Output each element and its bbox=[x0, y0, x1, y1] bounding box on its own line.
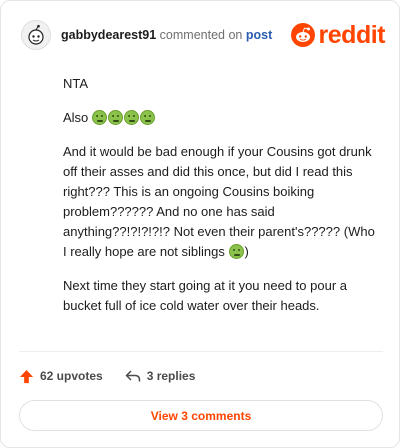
upvote-count[interactable]: 62 upvotes bbox=[19, 369, 103, 384]
comment-paragraph: And it would be bad enough if your Cousi… bbox=[63, 142, 381, 262]
comment-paragraph: Also bbox=[63, 108, 381, 128]
sick-face-emoji-icon bbox=[139, 110, 155, 125]
comment-card: gabbydearest91 commented on post reddit … bbox=[0, 0, 400, 448]
commented-on-label: commented on bbox=[159, 28, 243, 42]
comment-body: NTA Also And it would be bad enough if y… bbox=[63, 74, 381, 330]
sick-face-emoji-icon bbox=[107, 110, 123, 125]
view-comments-button[interactable]: View 3 comments bbox=[19, 400, 383, 431]
user-avatar[interactable] bbox=[21, 20, 51, 50]
comment-footer: 62 upvotes 3 replies bbox=[19, 365, 383, 387]
sick-face-emoji-icon bbox=[91, 110, 107, 125]
reply-arrow-icon bbox=[125, 370, 140, 382]
username-link[interactable]: gabbydearest91 bbox=[61, 28, 156, 42]
reddit-logo[interactable]: reddit bbox=[290, 20, 386, 49]
upvote-arrow-icon bbox=[19, 369, 34, 383]
comment-text: ) bbox=[244, 244, 249, 259]
upvotes-label: 62 upvotes bbox=[40, 369, 103, 383]
footer-divider bbox=[19, 351, 383, 352]
comment-paragraph: Next time they start going at it you nee… bbox=[63, 278, 347, 313]
comment-text: And it would be bad enough if your Cousi… bbox=[63, 144, 372, 239]
comment-paragraph: NTA bbox=[63, 76, 89, 91]
replies-label: 3 replies bbox=[146, 369, 196, 383]
reply-count[interactable]: 3 replies bbox=[125, 369, 196, 383]
reddit-wordmark: reddit bbox=[318, 20, 386, 49]
reddit-snoo-icon bbox=[290, 23, 315, 47]
sick-face-emoji-icon bbox=[228, 244, 244, 259]
comment-header: gabbydearest91 commented on post reddit bbox=[21, 17, 386, 53]
post-link[interactable]: post bbox=[246, 28, 272, 42]
comment-meta: gabbydearest91 commented on post bbox=[61, 28, 291, 42]
snoo-avatar-icon bbox=[28, 24, 44, 45]
comment-text: Also bbox=[63, 110, 89, 125]
sick-face-emoji-icon bbox=[123, 110, 139, 125]
